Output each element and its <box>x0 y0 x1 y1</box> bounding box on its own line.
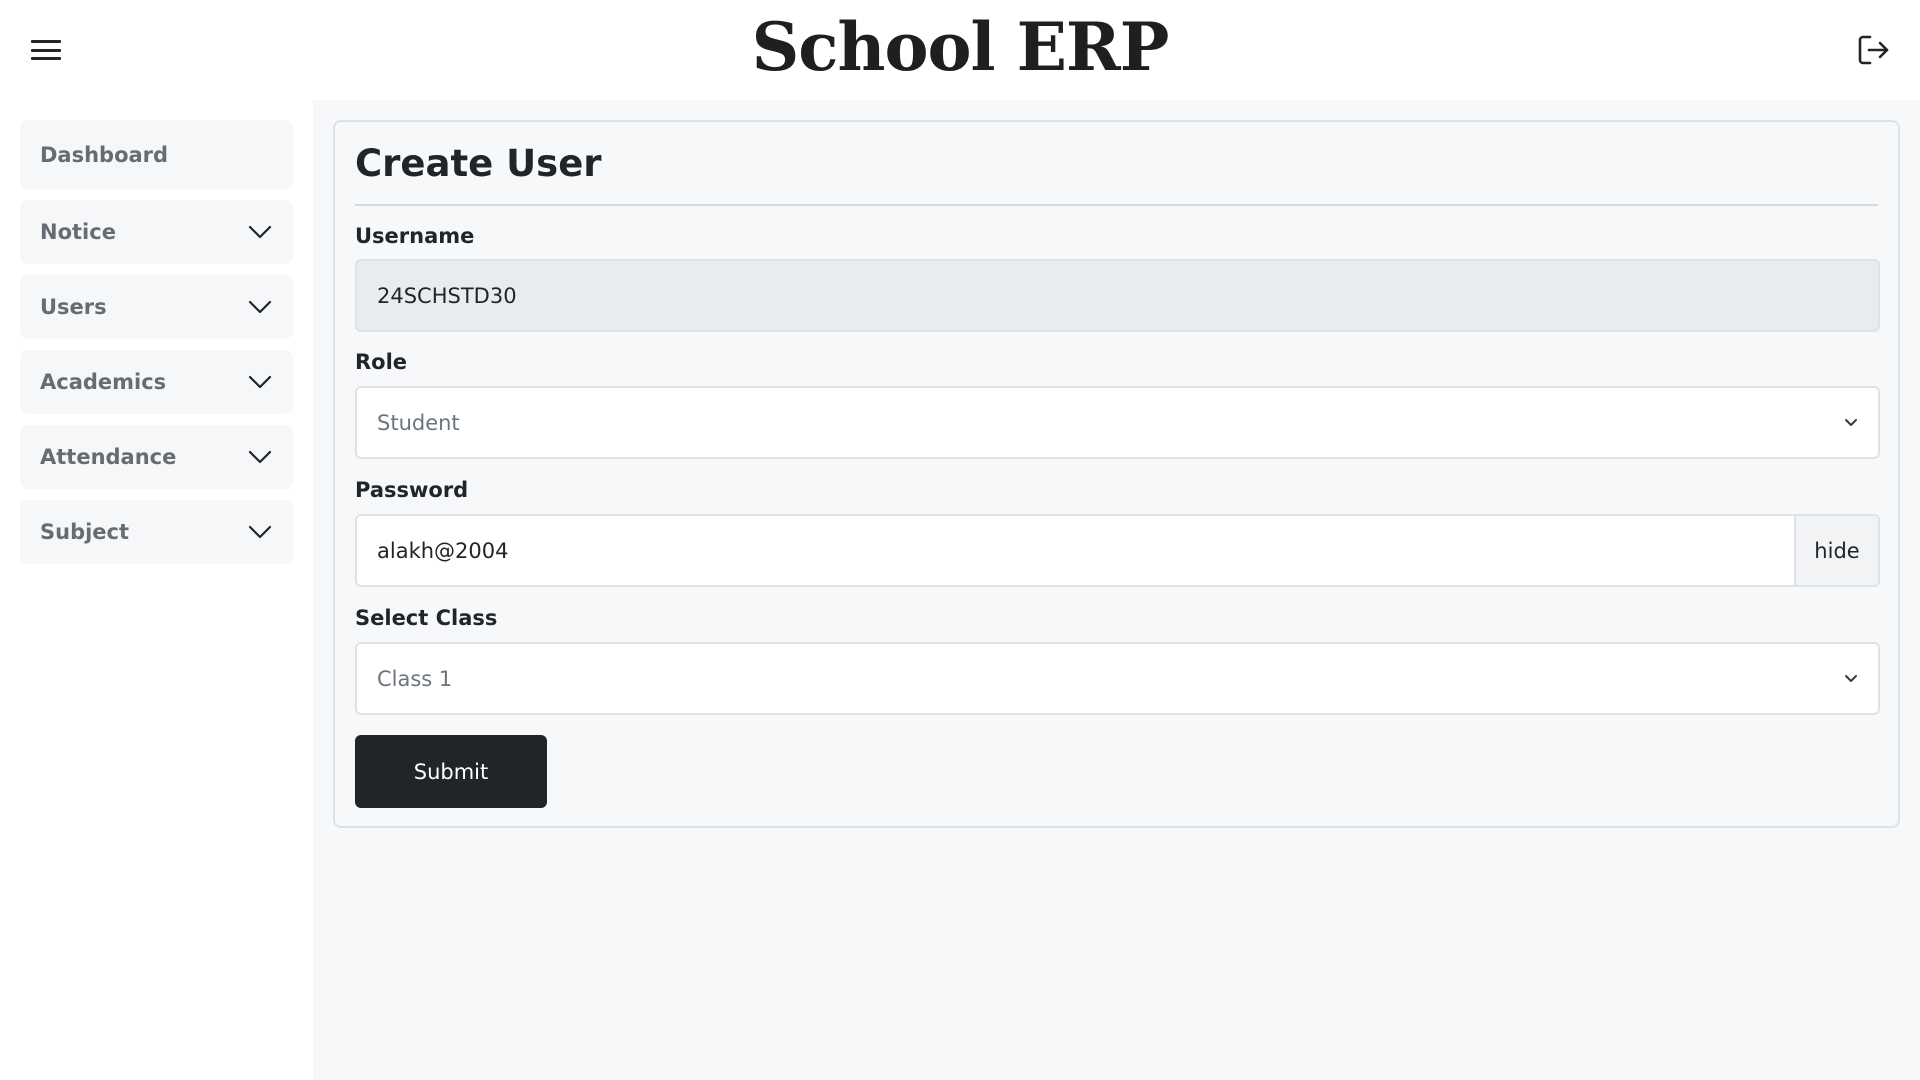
sidebar-item-academics[interactable]: Academics <box>20 350 293 414</box>
role-select[interactable]: Student <box>355 386 1880 459</box>
page-title: Create User <box>355 142 602 185</box>
sidebar-item-dashboard[interactable]: Dashboard <box>20 120 293 189</box>
select-class-label: Select Class <box>355 606 498 630</box>
password-field[interactable]: alakh@2004 <box>357 516 1794 585</box>
chevron-down-icon <box>248 450 272 464</box>
create-user-card: Create User Username 24SCHSTD30 Role Stu… <box>333 120 1900 828</box>
sidebar-item-label: Users <box>40 295 107 319</box>
main-content: Create User Username 24SCHSTD30 Role Stu… <box>313 100 1920 1080</box>
sidebar: Dashboard Notice Users Academics Attenda… <box>0 100 313 1080</box>
sidebar-item-notice[interactable]: Notice <box>20 200 293 264</box>
role-selected-value: Student <box>377 410 460 435</box>
app-title: School ERP <box>751 8 1170 86</box>
role-label: Role <box>355 350 408 374</box>
password-input-group: alakh@2004 hide <box>355 514 1880 587</box>
username-value: 24SCHSTD30 <box>377 283 517 308</box>
sidebar-item-label: Subject <box>40 520 130 544</box>
sidebar-item-label: Academics <box>40 370 167 394</box>
password-label: Password <box>355 478 469 502</box>
class-selected-value: Class 1 <box>377 666 453 691</box>
sidebar-item-subject[interactable]: Subject <box>20 500 293 564</box>
username-label: Username <box>355 224 475 248</box>
sidebar-item-attendance[interactable]: Attendance <box>20 425 293 489</box>
logout-icon[interactable] <box>1856 32 1892 68</box>
class-select[interactable]: Class 1 <box>355 642 1880 715</box>
password-value: alakh@2004 <box>377 538 509 563</box>
chevron-down-icon <box>248 225 272 239</box>
sidebar-item-label: Notice <box>40 220 116 244</box>
chevron-down-icon <box>248 525 272 539</box>
logout-icon-graphic <box>1858 35 1889 65</box>
chevron-down-icon <box>1845 418 1857 426</box>
title-divider <box>355 204 1878 206</box>
submit-button[interactable]: Submit <box>355 735 547 808</box>
chevron-down-icon <box>1845 674 1857 682</box>
password-visibility-toggle[interactable]: hide <box>1794 516 1878 585</box>
chevron-down-icon <box>248 375 272 389</box>
sidebar-item-users[interactable]: Users <box>20 275 293 339</box>
sidebar-item-label: Dashboard <box>40 142 169 167</box>
chevron-down-icon <box>248 300 272 314</box>
sidebar-item-label: Attendance <box>40 445 177 469</box>
top-bar: School ERP <box>0 0 1920 100</box>
username-field[interactable]: 24SCHSTD30 <box>355 259 1880 332</box>
